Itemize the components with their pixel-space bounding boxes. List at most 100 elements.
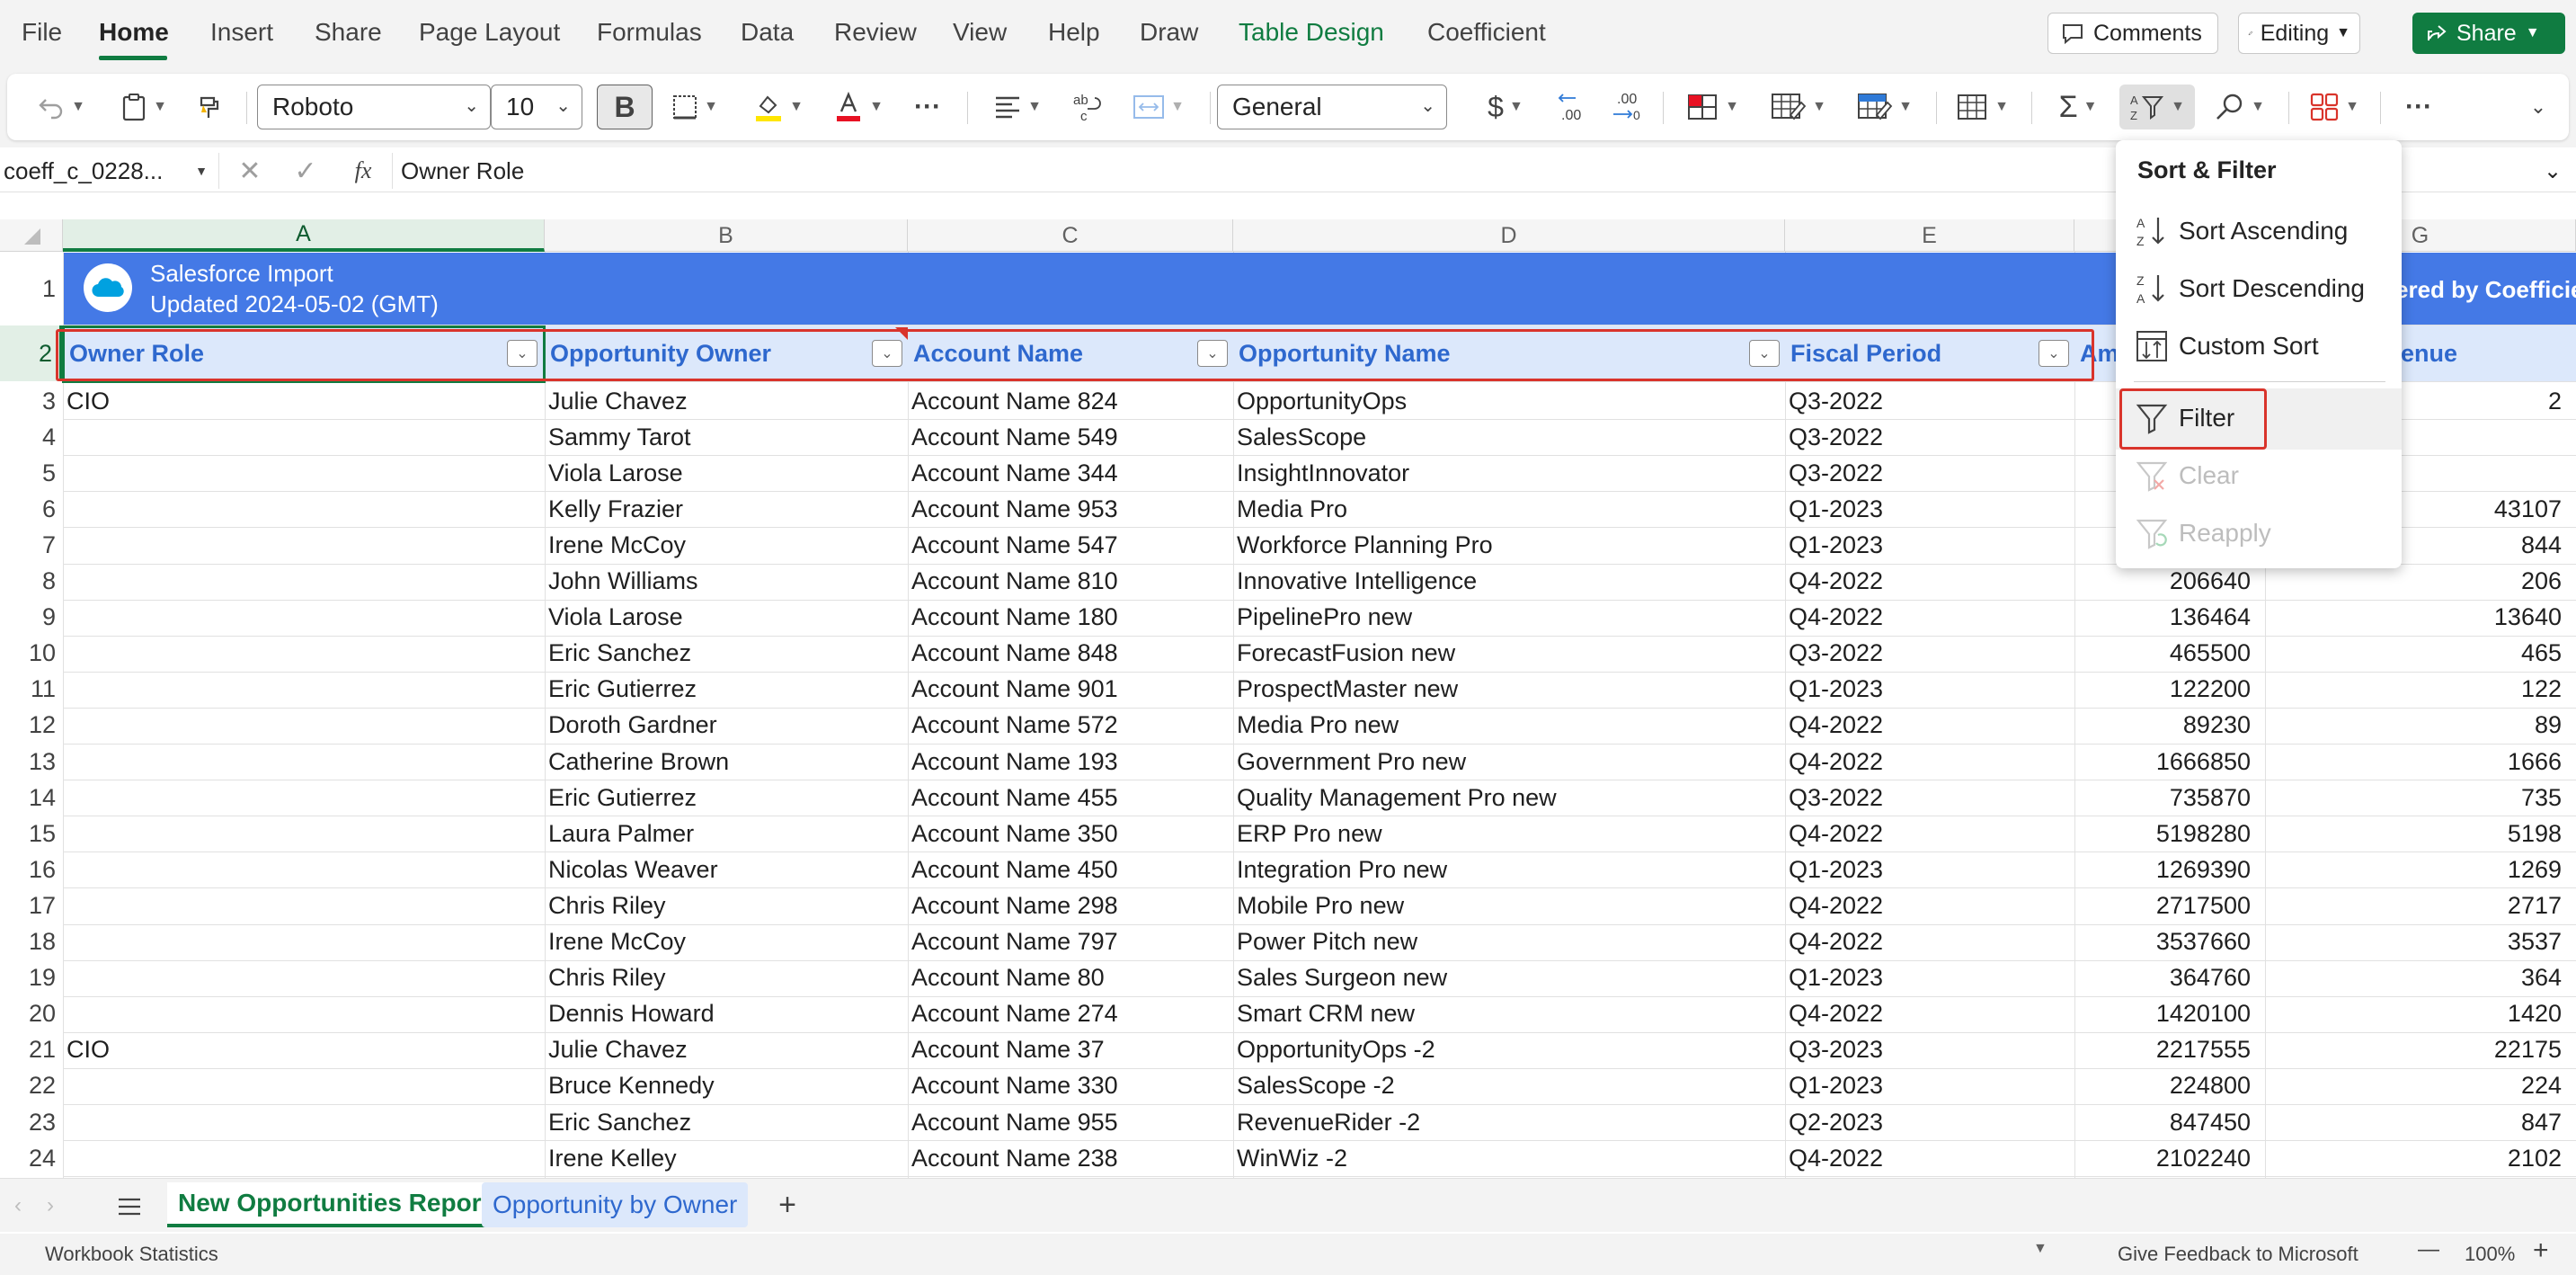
cell-opportunity-name[interactable]: Quality Management Pro new xyxy=(1237,780,1781,816)
bold-button[interactable]: B xyxy=(597,85,653,129)
name-box[interactable]: coeff_c_0228... ▼ xyxy=(0,153,219,189)
cancel-entry-icon[interactable]: ✕ xyxy=(232,153,268,189)
sort-filter-button[interactable]: A Z ▼ xyxy=(2119,85,2195,129)
undo-button[interactable]: ▼ xyxy=(22,85,101,129)
column-header-c[interactable]: C xyxy=(908,219,1233,252)
row-header[interactable]: 5 xyxy=(0,455,63,492)
cell-opportunity-owner[interactable]: Chris Riley xyxy=(548,960,904,996)
cell-account-name[interactable]: Account Name 330 xyxy=(911,1068,1230,1104)
cell-owner-role[interactable] xyxy=(67,816,541,851)
cell-fiscal-period[interactable]: Q3-2023 xyxy=(1789,1032,2071,1068)
cell-amount[interactable]: 364760 xyxy=(2074,960,2265,996)
cell-owner-role[interactable] xyxy=(67,708,541,744)
cell-revenue[interactable]: 2717 xyxy=(2265,887,2576,923)
scroll-tabs-left-icon[interactable]: ‹ xyxy=(4,1190,32,1222)
cell-account-name[interactable]: Account Name 955 xyxy=(911,1104,1230,1140)
cell-amount[interactable]: 136464 xyxy=(2074,600,2265,636)
cell-revenue[interactable]: 1420 xyxy=(2265,996,2576,1032)
cell-opportunity-owner[interactable]: Laura Palmer xyxy=(548,816,904,851)
cell-opportunity-name[interactable]: Media Pro new xyxy=(1237,708,1781,744)
row-header[interactable]: 18 xyxy=(0,923,63,960)
cell-account-name[interactable]: Account Name 848 xyxy=(911,636,1230,672)
more-font-options-button[interactable]: ··· xyxy=(902,85,953,129)
cell-revenue[interactable]: 206 xyxy=(2265,564,2576,600)
cell-account-name[interactable]: Account Name 238 xyxy=(911,1140,1230,1176)
row-header[interactable]: 6 xyxy=(0,491,63,528)
cell-opportunity-owner[interactable]: Irene McCoy xyxy=(548,527,904,563)
cell-account-name[interactable]: Account Name 80 xyxy=(911,960,1230,996)
cell-owner-role[interactable] xyxy=(67,1140,541,1176)
row-header[interactable]: 20 xyxy=(0,995,63,1032)
cell-revenue[interactable]: 22175 xyxy=(2265,1032,2576,1068)
sort-ascending-item[interactable]: AZ Sort Ascending xyxy=(2125,203,2391,259)
cell-owner-role[interactable] xyxy=(67,780,541,816)
cell-owner-role[interactable] xyxy=(67,564,541,600)
header-revenue[interactable]: venue xyxy=(2382,327,2571,379)
row-header[interactable]: 4 xyxy=(0,419,63,456)
cell-owner-role[interactable] xyxy=(67,744,541,780)
cell-fiscal-period[interactable]: Q3-2022 xyxy=(1789,636,2071,672)
row-header[interactable]: 9 xyxy=(0,599,63,636)
cell-opportunity-name[interactable]: OpportunityOps -2 xyxy=(1237,1032,1781,1068)
cell-amount[interactable]: 465500 xyxy=(2074,636,2265,672)
cell-opportunity-name[interactable]: Media Pro xyxy=(1237,491,1781,527)
borders-button[interactable]: ▼ xyxy=(660,85,730,129)
zoom-level[interactable]: 100% xyxy=(2465,1243,2515,1266)
cell-owner-role[interactable] xyxy=(67,491,541,527)
cell-owner-role[interactable] xyxy=(67,887,541,923)
cell-amount[interactable]: 2717500 xyxy=(2074,887,2265,923)
cell-fiscal-period[interactable]: Q3-2022 xyxy=(1789,780,2071,816)
row-header[interactable]: 19 xyxy=(0,959,63,996)
font-size-select[interactable]: 10 ⌄ xyxy=(491,85,582,129)
format-as-table-button[interactable]: ▼ xyxy=(1760,85,1837,129)
cell-revenue[interactable]: 224 xyxy=(2265,1068,2576,1104)
cell-fiscal-period[interactable]: Q4-2022 xyxy=(1789,600,2071,636)
tab-file[interactable]: File xyxy=(22,18,62,47)
font-name-select[interactable]: Roboto ⌄ xyxy=(257,85,491,129)
formula-input[interactable]: Owner Role xyxy=(401,153,2073,189)
cell-opportunity-owner[interactable]: Nicolas Weaver xyxy=(548,851,904,887)
cell-account-name[interactable]: Account Name 901 xyxy=(911,672,1230,708)
cell-opportunity-name[interactable]: Sales Surgeon new xyxy=(1237,960,1781,996)
cell-amount[interactable]: 89230 xyxy=(2074,708,2265,744)
cell-account-name[interactable]: Account Name 455 xyxy=(911,780,1230,816)
cell-fiscal-period[interactable]: Q1-2023 xyxy=(1789,672,2071,708)
cell-opportunity-owner[interactable]: Julie Chavez xyxy=(548,383,904,419)
tab-draw[interactable]: Draw xyxy=(1140,18,1198,47)
cell-opportunity-owner[interactable]: Catherine Brown xyxy=(548,744,904,780)
cell-opportunity-name[interactable]: Government Pro new xyxy=(1237,744,1781,780)
cell-account-name[interactable]: Account Name 350 xyxy=(911,816,1230,851)
font-color-button[interactable]: ▼ xyxy=(823,85,893,129)
number-format-select[interactable]: General ⌄ xyxy=(1217,85,1447,129)
cell-opportunity-owner[interactable]: Viola Larose xyxy=(548,600,904,636)
cell-opportunity-owner[interactable]: Irene Kelley xyxy=(548,1140,904,1176)
column-header-b[interactable]: B xyxy=(545,219,908,252)
tab-coefficient[interactable]: Coefficient xyxy=(1427,18,1546,47)
cell-account-name[interactable]: Account Name 572 xyxy=(911,708,1230,744)
scroll-tabs-right-icon[interactable]: › xyxy=(36,1190,65,1222)
cell-fiscal-period[interactable]: Q4-2022 xyxy=(1789,744,2071,780)
reapply-filter-item[interactable]: Reapply xyxy=(2125,505,2391,561)
cell-amount[interactable]: 847450 xyxy=(2074,1104,2265,1140)
row-header[interactable]: 11 xyxy=(0,671,63,708)
chevron-down-icon[interactable]: ▼ xyxy=(2033,1241,2047,1257)
row-header[interactable]: 21 xyxy=(0,1031,63,1068)
cell-revenue[interactable]: 2102 xyxy=(2265,1140,2576,1176)
cell-revenue[interactable]: 1269 xyxy=(2265,851,2576,887)
cell-amount[interactable]: 206640 xyxy=(2074,564,2265,600)
column-header-e[interactable]: E xyxy=(1785,219,2074,252)
cell-fiscal-period[interactable]: Q4-2022 xyxy=(1789,924,2071,960)
cell-owner-role[interactable] xyxy=(67,1068,541,1104)
all-sheets-button[interactable] xyxy=(111,1191,147,1222)
decrease-decimal-button[interactable]: .00 xyxy=(1548,85,1593,129)
cell-styles-button[interactable]: ▼ xyxy=(1846,85,1923,129)
give-feedback-link[interactable]: Give Feedback to Microsoft xyxy=(2118,1243,2358,1266)
row-header[interactable]: 24 xyxy=(0,1140,63,1177)
sheet-tab-new-opportunities-report[interactable]: New Opportunities Report xyxy=(167,1182,501,1227)
cell-owner-role[interactable] xyxy=(67,1104,541,1140)
cell-account-name[interactable]: Account Name 547 xyxy=(911,527,1230,563)
cell-revenue[interactable]: 1666 xyxy=(2265,744,2576,780)
cell-account-name[interactable]: Account Name 37 xyxy=(911,1032,1230,1068)
zoom-in-button[interactable]: + xyxy=(2533,1235,2549,1266)
cell-opportunity-name[interactable]: SalesScope xyxy=(1237,419,1781,455)
